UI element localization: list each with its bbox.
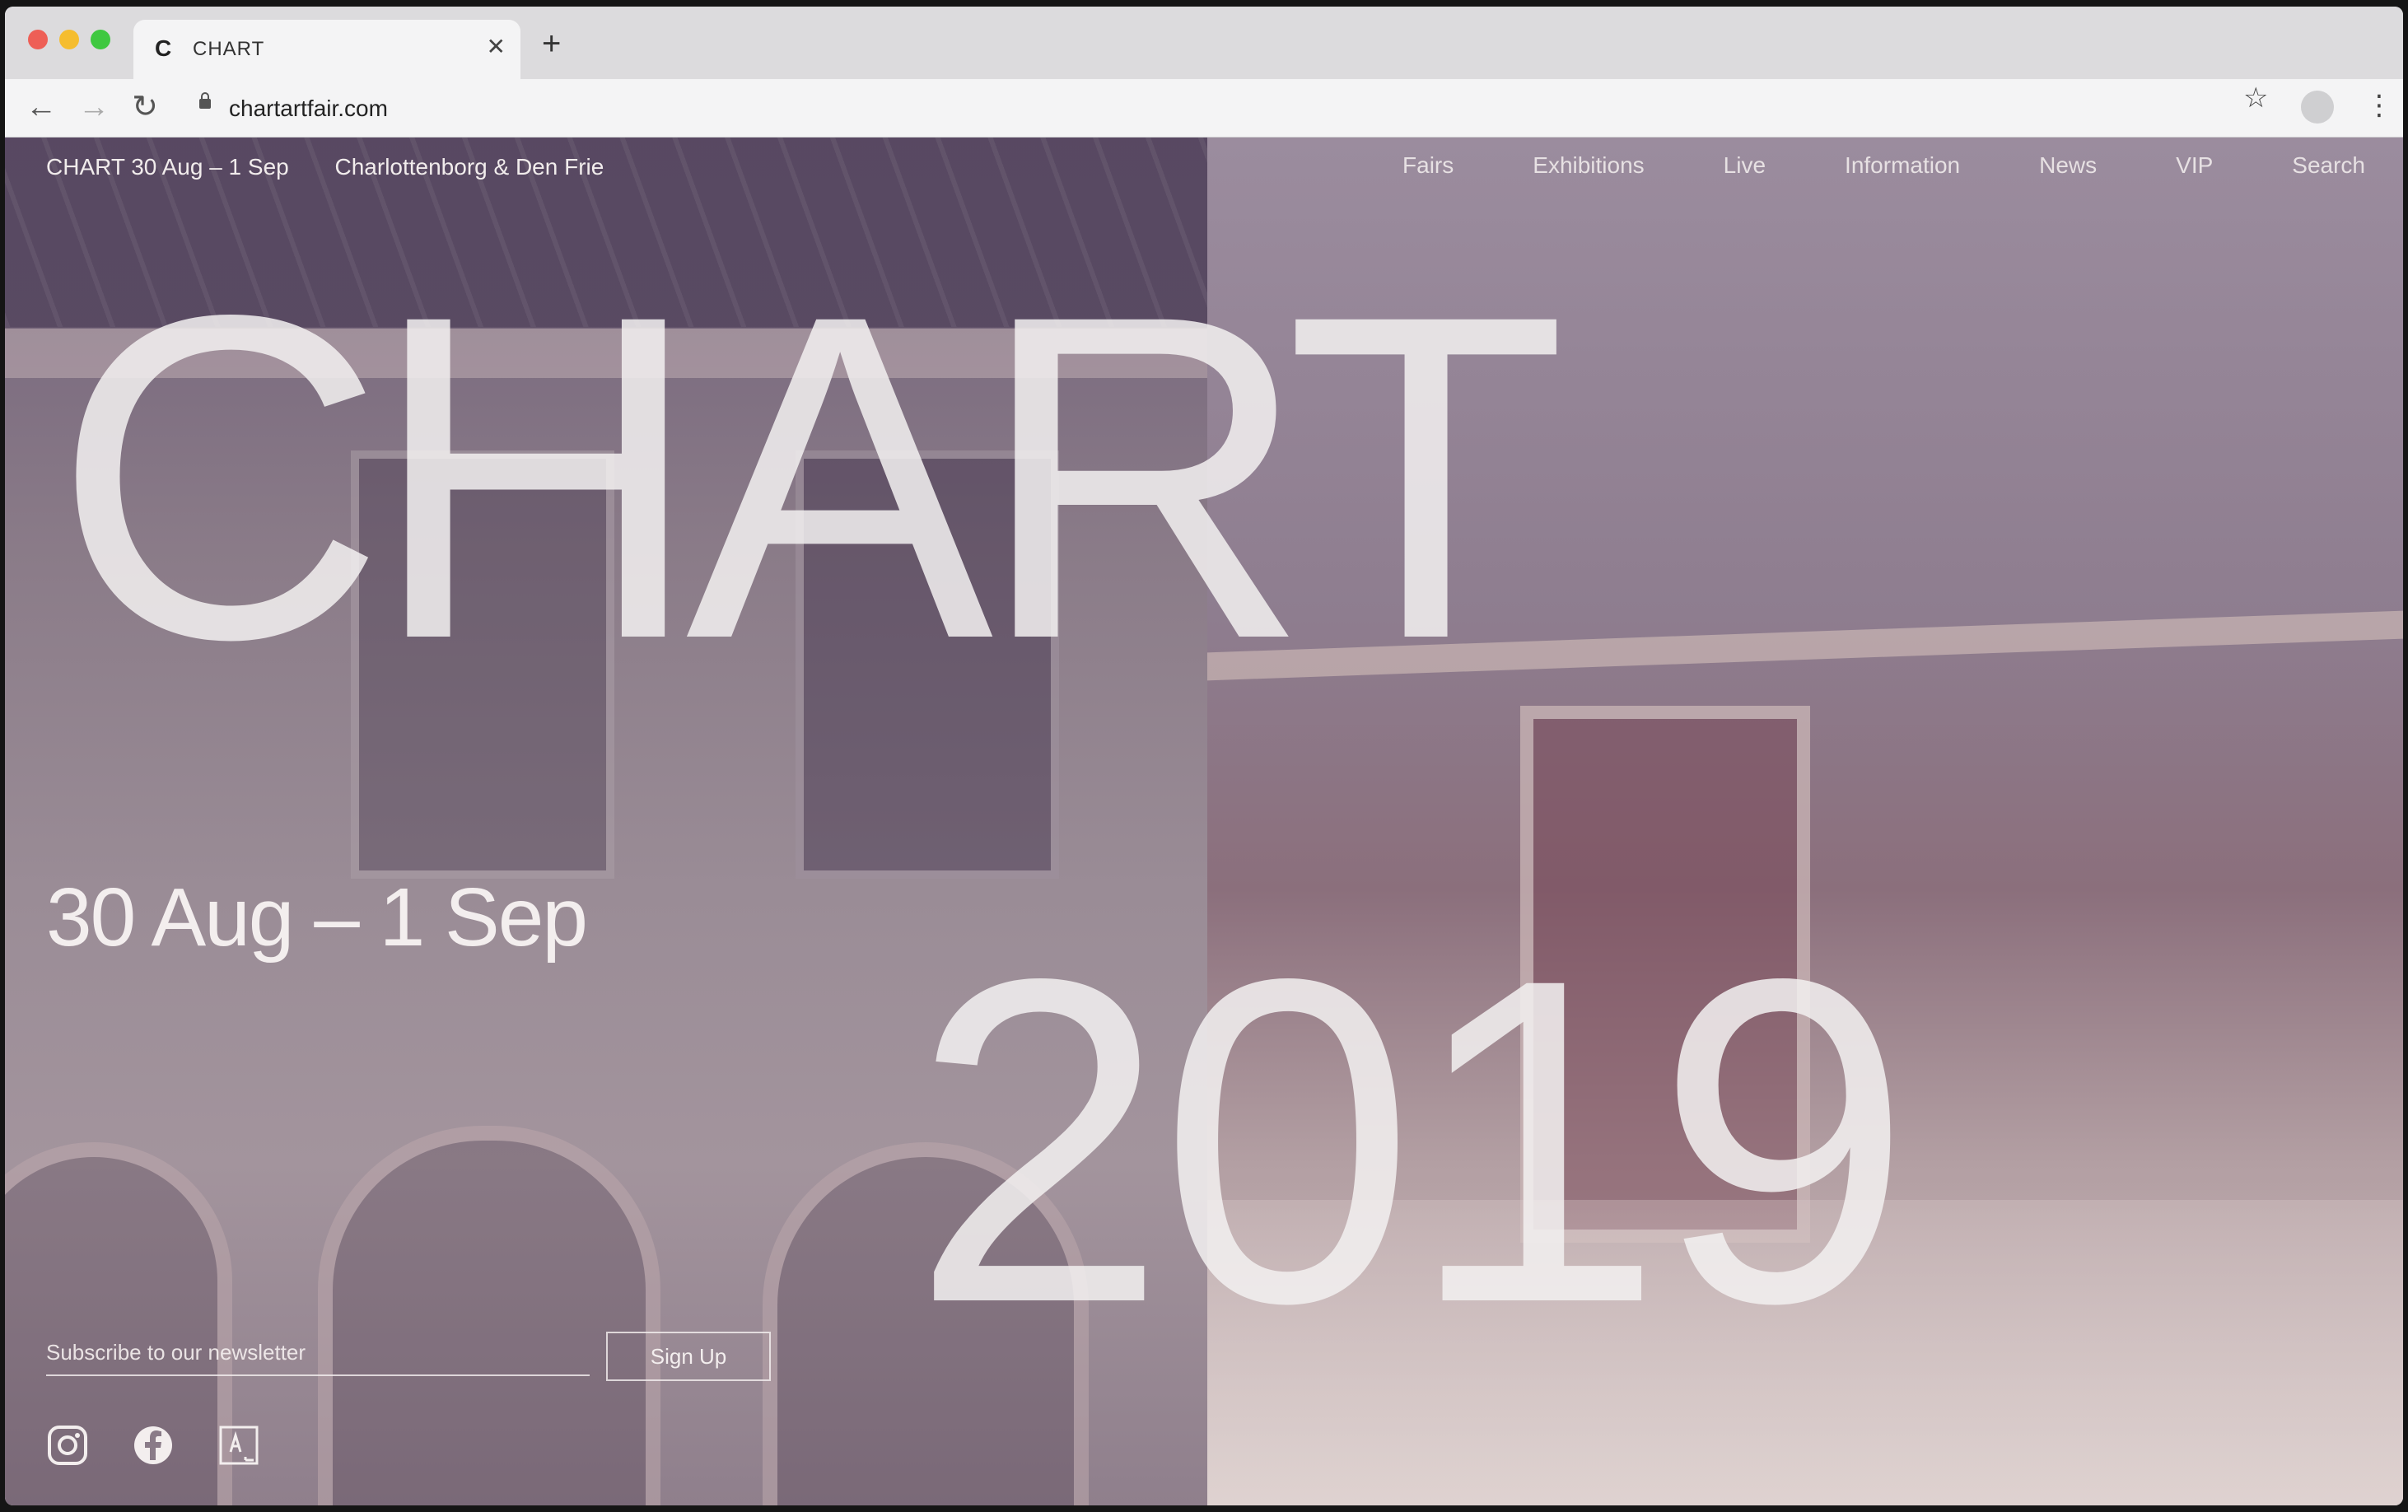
- url-text: chartartfair.com: [229, 96, 388, 121]
- profile-avatar-icon[interactable]: [2301, 91, 2334, 124]
- forward-arrow-icon[interactable]: →: [77, 91, 110, 124]
- nav-vip[interactable]: VIP: [2176, 152, 2213, 179]
- main-nav: Fairs Exhibitions Live Information News …: [1402, 152, 2365, 179]
- close-tab-icon[interactable]: ✕: [487, 35, 506, 59]
- nav-exhibitions[interactable]: Exhibitions: [1533, 152, 1644, 179]
- nav-news[interactable]: News: [2039, 152, 2097, 179]
- reload-icon[interactable]: ↻: [128, 91, 161, 124]
- tab-title: CHART: [193, 38, 265, 60]
- social-links: [46, 1424, 260, 1467]
- tab-bar: C CHART ✕ +: [5, 7, 2403, 79]
- photo-arch: [318, 1126, 660, 1505]
- browser-window: C CHART ✕ + ← → ↻ chartartfair.com ☆ ⋮ C…: [5, 7, 2403, 1505]
- sign-up-button[interactable]: Sign Up: [606, 1332, 771, 1381]
- minimize-window-button[interactable]: [59, 30, 79, 49]
- instagram-icon[interactable]: [46, 1424, 89, 1467]
- event-dates: 30 Aug – 1 Sep: [46, 871, 588, 964]
- hero-year: 2019: [911, 883, 1912, 1398]
- home-link[interactable]: CHART 30 Aug – 1 Sep: [46, 154, 289, 180]
- nav-search[interactable]: Search: [2292, 152, 2365, 179]
- menu-kebab-icon[interactable]: ⋮: [2365, 89, 2393, 122]
- favicon-icon: C: [155, 35, 172, 61]
- close-window-button[interactable]: [28, 30, 48, 49]
- newsletter-field-wrapper: [46, 1333, 590, 1376]
- page-viewport: CHART 2019 CHART 30 Aug – 1 Sep Charlott…: [5, 138, 2403, 1505]
- lock-icon: [199, 92, 211, 109]
- tab-chart[interactable]: C CHART ✕: [133, 20, 520, 79]
- artsy-icon[interactable]: [217, 1424, 260, 1467]
- new-tab-button[interactable]: +: [542, 27, 561, 60]
- nav-live[interactable]: Live: [1724, 152, 1766, 179]
- nav-information[interactable]: Information: [1845, 152, 1960, 179]
- maximize-window-button[interactable]: [91, 30, 110, 49]
- newsletter-email-input[interactable]: [46, 1333, 590, 1371]
- facebook-icon[interactable]: [132, 1424, 175, 1467]
- site-header-left: CHART 30 Aug – 1 Sep Charlottenborg & De…: [46, 154, 643, 180]
- back-arrow-icon[interactable]: ←: [25, 91, 58, 124]
- venue-link[interactable]: Charlottenborg & Den Frie: [335, 154, 604, 180]
- browser-toolbar: ← → ↻ chartartfair.com: [5, 79, 2403, 138]
- nav-fairs[interactable]: Fairs: [1402, 152, 1454, 179]
- address-bar[interactable]: chartartfair.com: [178, 87, 2253, 128]
- hero-title: CHART: [53, 219, 1567, 735]
